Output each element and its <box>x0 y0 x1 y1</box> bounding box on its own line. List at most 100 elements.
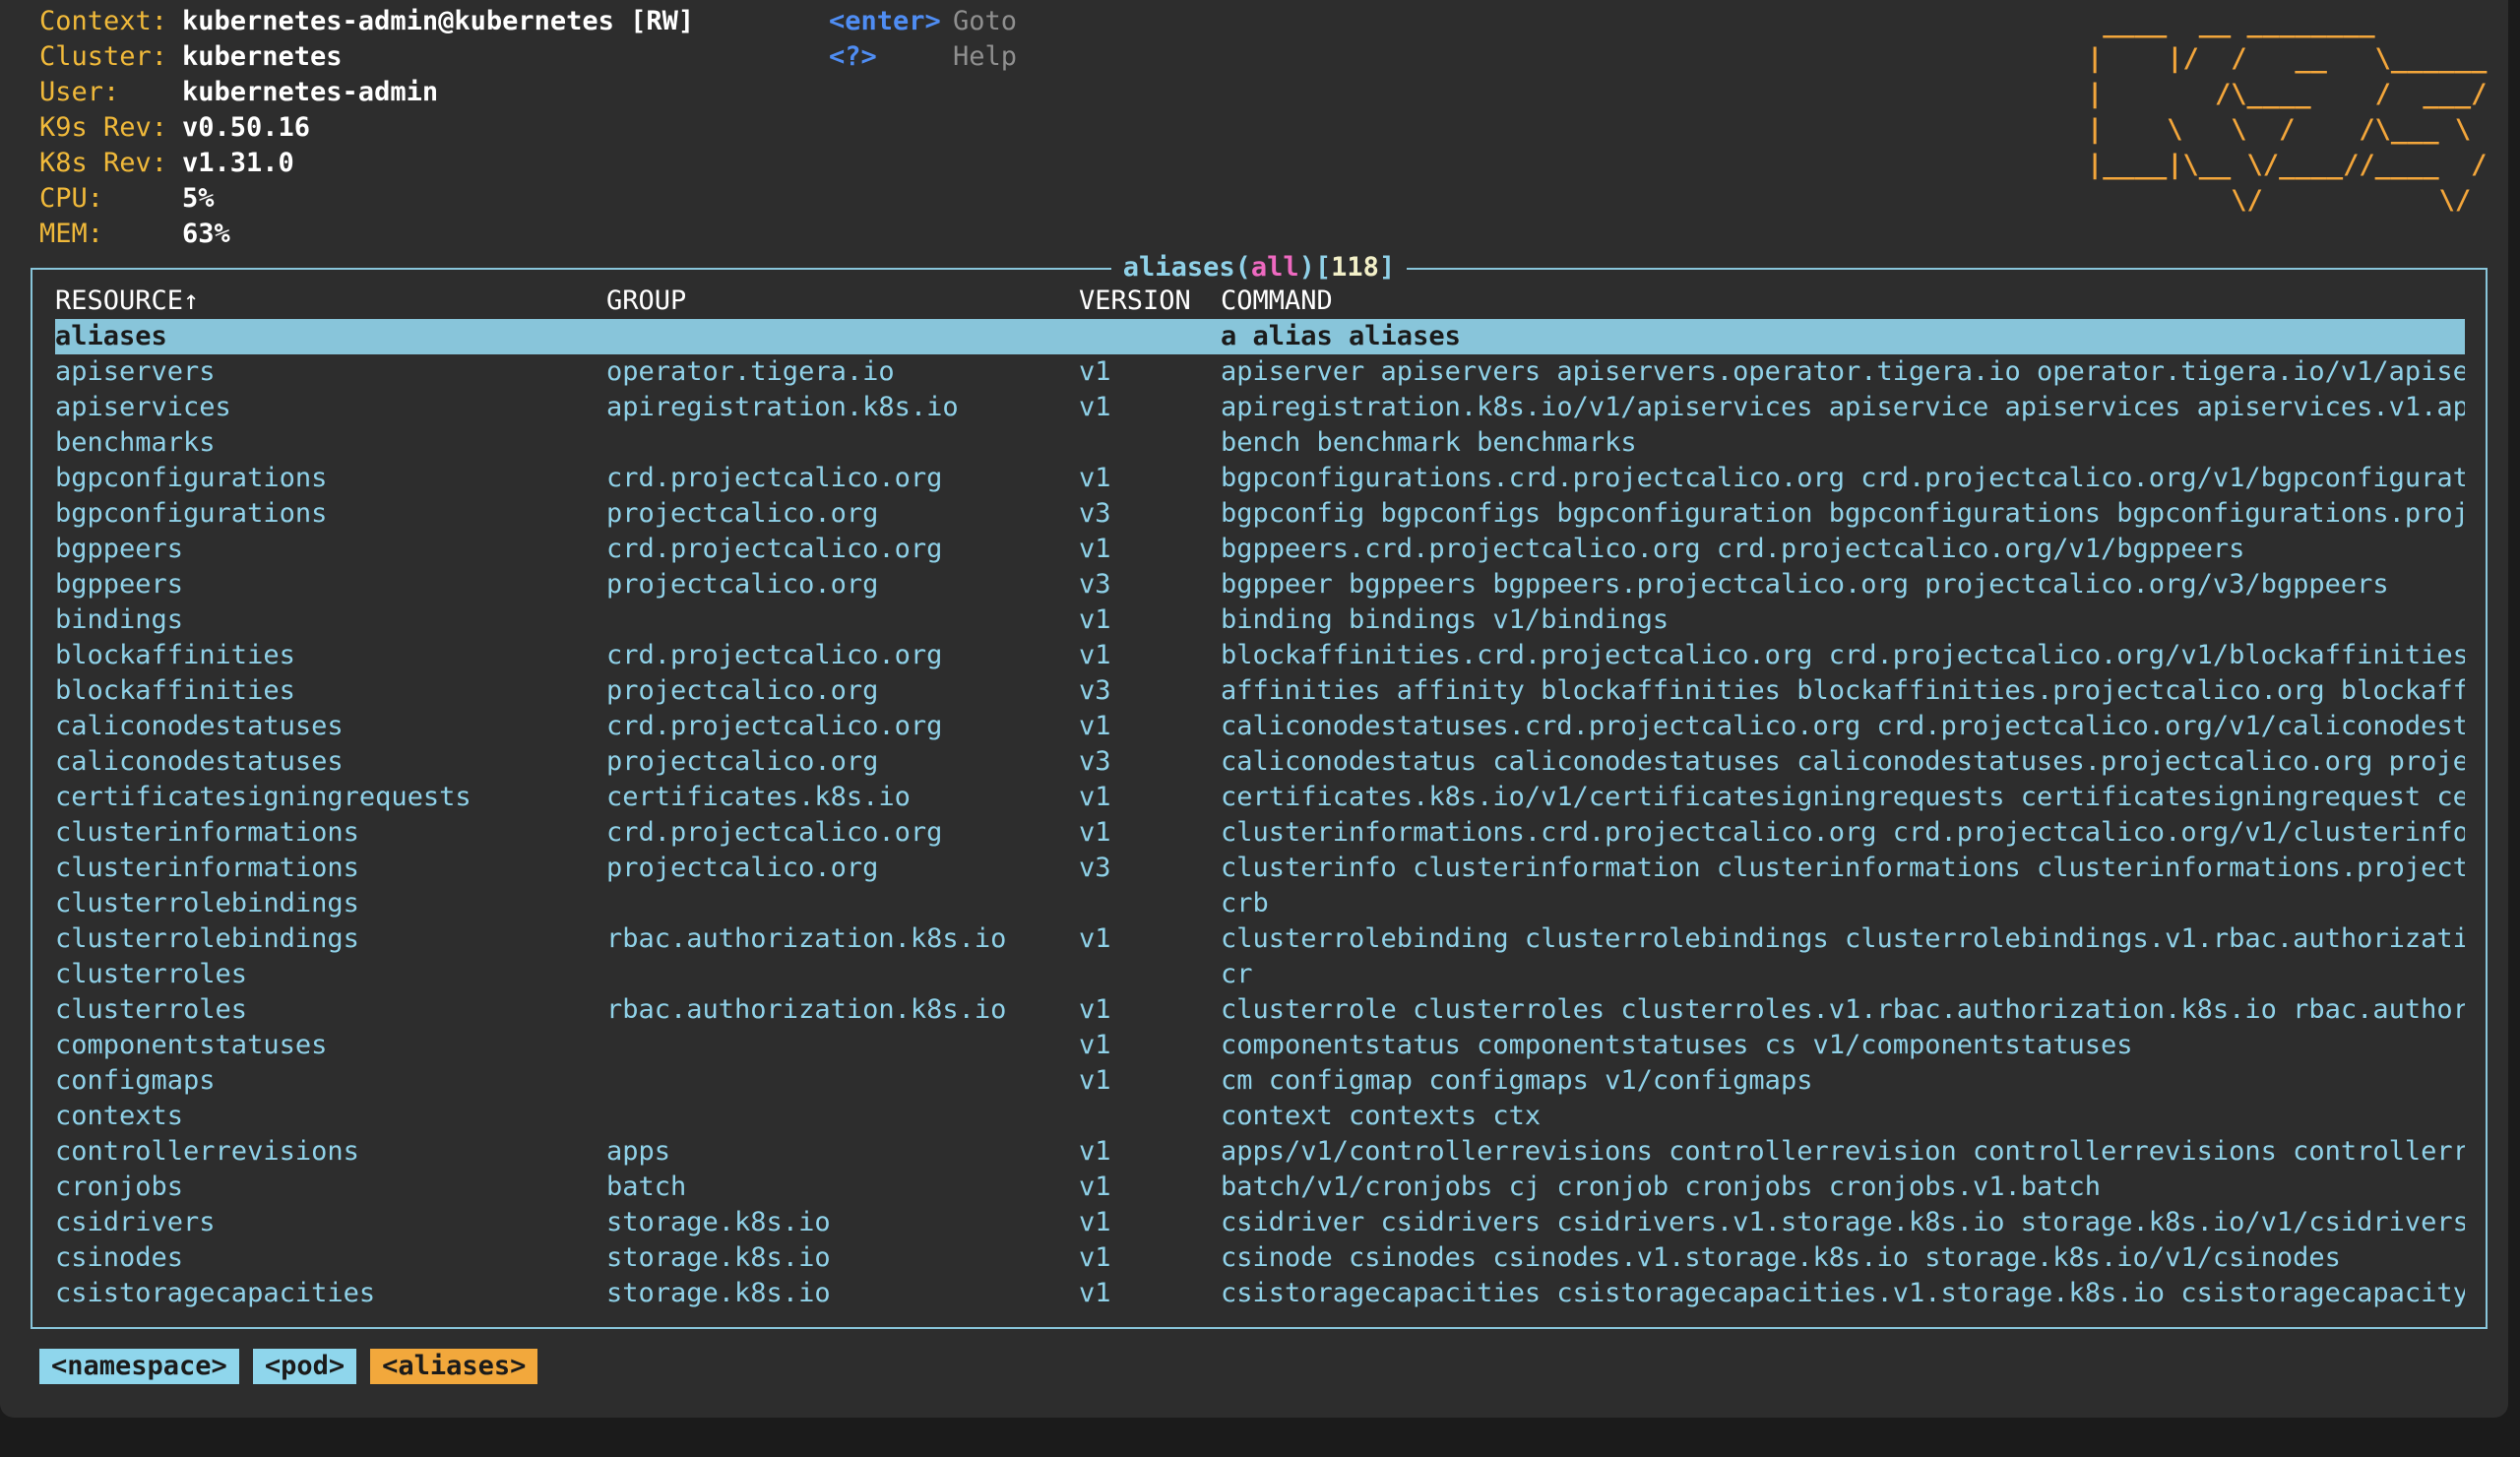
table-row[interactable]: controllerrevisions apps v1 apps/v1/control… <box>55 1134 2465 1170</box>
cell-group: storage.k8s.io <box>606 1207 831 1237</box>
breadcrumb-item[interactable]: <aliases> <box>370 1349 538 1384</box>
info-key: User: <box>39 77 120 107</box>
cell-command: bench benchmark benchmarks <box>1221 427 1637 458</box>
cell-version: v1 <box>1079 1207 1111 1237</box>
cell-command: binding bindings v1/bindings <box>1221 604 1670 635</box>
cell-version: v1 <box>1079 1278 1111 1308</box>
key-hints: <enter> Goto <?> Help <box>829 4 1017 75</box>
table-row[interactable]: blockaffinities crd.projectcalico.org v1 bl… <box>55 638 2465 673</box>
cell-version: v3 <box>1079 498 1111 529</box>
table-row[interactable]: csidrivers storage.k8s.io v1 csidriver csid… <box>55 1205 2465 1240</box>
cell-group: rbac.authorization.k8s.io <box>606 994 1007 1025</box>
table-row[interactable]: bgpconfigurations projectcalico.org v3 bgpc… <box>55 496 2465 532</box>
table-row[interactable]: apiservices apiregistration.k8s.io v1 apire… <box>55 390 2465 425</box>
table-row-selected[interactable]: aliases a alias aliases <box>55 319 2465 354</box>
info-value: kubernetes <box>182 41 343 72</box>
cell-resource: csistoragecapacities <box>55 1278 376 1308</box>
info-key: Context: <box>39 6 168 36</box>
table-row[interactable]: bindings v1 binding bindings v1/bindings <box>55 602 2465 638</box>
table-row[interactable]: clusterinformations crd.projectcalico.org… <box>55 815 2465 851</box>
info-row: CPU: 5% <box>39 181 694 217</box>
column-header-resource[interactable]: RESOURCE↑ <box>55 284 587 319</box>
cell-group: projectcalico.org <box>606 746 879 777</box>
cell-resource: controllerrevisions <box>55 1136 359 1167</box>
cell-group: crd.projectcalico.org <box>606 640 943 670</box>
cell-resource: aliases <box>55 321 167 351</box>
column-header-version[interactable]: VERSION <box>1079 284 1207 319</box>
table-row[interactable]: csinodes storage.k8s.io v1 csinode csinodes… <box>55 1240 2465 1276</box>
cell-command: clusterinformations.crd.projectcalico.or… <box>1221 817 2465 848</box>
table-row[interactable]: bgpconfigurations crd.projectcalico.org v1… <box>55 461 2465 496</box>
table-row[interactable]: bgppeers projectcalico.org v3 bgppeer bgppe… <box>55 567 2465 602</box>
key-hint-key: <enter> <box>829 6 941 36</box>
cell-group: projectcalico.org <box>606 498 879 529</box>
cell-command: crb <box>1221 888 1269 919</box>
cell-version: v3 <box>1079 675 1111 706</box>
table-row[interactable]: csistoragecapacities storage.k8s.io v1 csis… <box>55 1276 2465 1311</box>
cell-version: v1 <box>1079 782 1111 812</box>
table-row[interactable]: apiservers operator.tigera.io v1 apiserver … <box>55 354 2465 390</box>
table-row[interactable]: caliconodestatuses crd.projectcalico.org v… <box>55 709 2465 744</box>
cell-version: v1 <box>1079 356 1111 387</box>
column-header-command[interactable]: COMMAND <box>1221 284 2465 319</box>
table-row[interactable]: clusterroles rbac.authorization.k8s.io v1 c… <box>55 992 2465 1028</box>
cell-resource: blockaffinities <box>55 640 295 670</box>
info-row: Context: kubernetes-admin@kubernetes [RW] <box>39 4 694 39</box>
table-row[interactable]: cronjobs batch v1 batch/v1/cronjobs cj cron… <box>55 1170 2465 1205</box>
info-value: 63% <box>182 219 230 249</box>
cell-command: certificates.k8s.io/v1/certificatesignin… <box>1221 782 2465 812</box>
table-row[interactable]: contexts context contexts ctx <box>55 1099 2465 1134</box>
cell-group: storage.k8s.io <box>606 1278 831 1308</box>
cell-version: v1 <box>1079 923 1111 954</box>
cell-resource: blockaffinities <box>55 675 295 706</box>
cell-group: crd.projectcalico.org <box>606 817 943 848</box>
cell-version: v1 <box>1079 1030 1111 1060</box>
cell-version: v1 <box>1079 711 1111 741</box>
breadcrumb-item[interactable]: <pod> <box>252 1349 357 1384</box>
info-row: K9s Rev: v0.50.16 <box>39 110 694 146</box>
column-header-group[interactable]: GROUP <box>606 284 1059 319</box>
cell-resource: clusterinformations <box>55 853 359 883</box>
table-row[interactable]: blockaffinities projectcalico.org v3 affini… <box>55 673 2465 709</box>
cluster-info: Context: kubernetes-admin@kubernetes [RW]… <box>39 4 694 252</box>
cell-group: projectcalico.org <box>606 569 879 600</box>
info-key: CPU: <box>39 183 104 214</box>
cell-resource: contexts <box>55 1101 184 1131</box>
cell-command: affinities affinity blockaffinities bloc… <box>1221 675 2465 706</box>
breadcrumb: <namespace> <pod> <aliases> <box>39 1349 551 1384</box>
breadcrumb-item[interactable]: <namespace> <box>39 1349 239 1384</box>
panel-title: aliases(all)[118] <box>32 250 2486 285</box>
terminal-window: Context: kubernetes-admin@kubernetes [RW]… <box>0 0 2508 1418</box>
table-row[interactable]: clusterinformations projectcalico.org v3 cl… <box>55 851 2465 886</box>
info-row: Cluster: kubernetes <box>39 39 694 75</box>
cell-command: clusterrole clusterroles clusterroles.v1… <box>1221 994 2465 1025</box>
info-value: 5% <box>182 183 215 214</box>
info-row: K8s Rev: v1.31.0 <box>39 146 694 181</box>
cell-command: bgpconfig bgpconfigs bgpconfiguration bg… <box>1221 498 2465 529</box>
table-row[interactable]: bgppeers crd.projectcalico.org v1 bgppeers.… <box>55 532 2465 567</box>
cell-command: componentstatus componentstatuses cs v1/… <box>1221 1030 2133 1060</box>
cell-resource: clusterrolebindings <box>55 923 359 954</box>
cell-version: v1 <box>1079 640 1111 670</box>
cell-command: csistoragecapacities csistoragecapacitie… <box>1221 1278 2465 1308</box>
table-row[interactable]: clusterroles cr <box>55 957 2465 992</box>
cell-group: crd.projectcalico.org <box>606 534 943 564</box>
table-row[interactable]: componentstatuses v1 componentstatus compo… <box>55 1028 2465 1063</box>
cell-version: v3 <box>1079 853 1111 883</box>
info-key: K9s Rev: <box>39 112 168 143</box>
info-value: v0.50.16 <box>182 112 311 143</box>
cell-command: caliconodestatuses.crd.projectcalico.org… <box>1221 711 2465 741</box>
cell-version: v1 <box>1079 1172 1111 1202</box>
key-hint-action: Help <box>953 41 1018 72</box>
cell-group: apps <box>606 1136 671 1167</box>
panel-namespace: all <box>1250 252 1299 283</box>
table-row[interactable]: certificatesigningrequests certificates.k… <box>55 780 2465 815</box>
table-row[interactable]: clusterrolebindings rbac.authorization.k8… <box>55 921 2465 957</box>
table-row[interactable]: caliconodestatuses projectcalico.org v3 cal… <box>55 744 2465 780</box>
info-value: kubernetes-admin <box>182 77 439 107</box>
table-row[interactable]: clusterrolebindings crb <box>55 886 2465 921</box>
table-row[interactable]: benchmarks bench benchmark benchmarks <box>55 425 2465 461</box>
cell-resource: caliconodestatuses <box>55 746 344 777</box>
cell-resource: benchmarks <box>55 427 216 458</box>
table-row[interactable]: configmaps v1 cm configmap configmaps v1/c… <box>55 1063 2465 1099</box>
